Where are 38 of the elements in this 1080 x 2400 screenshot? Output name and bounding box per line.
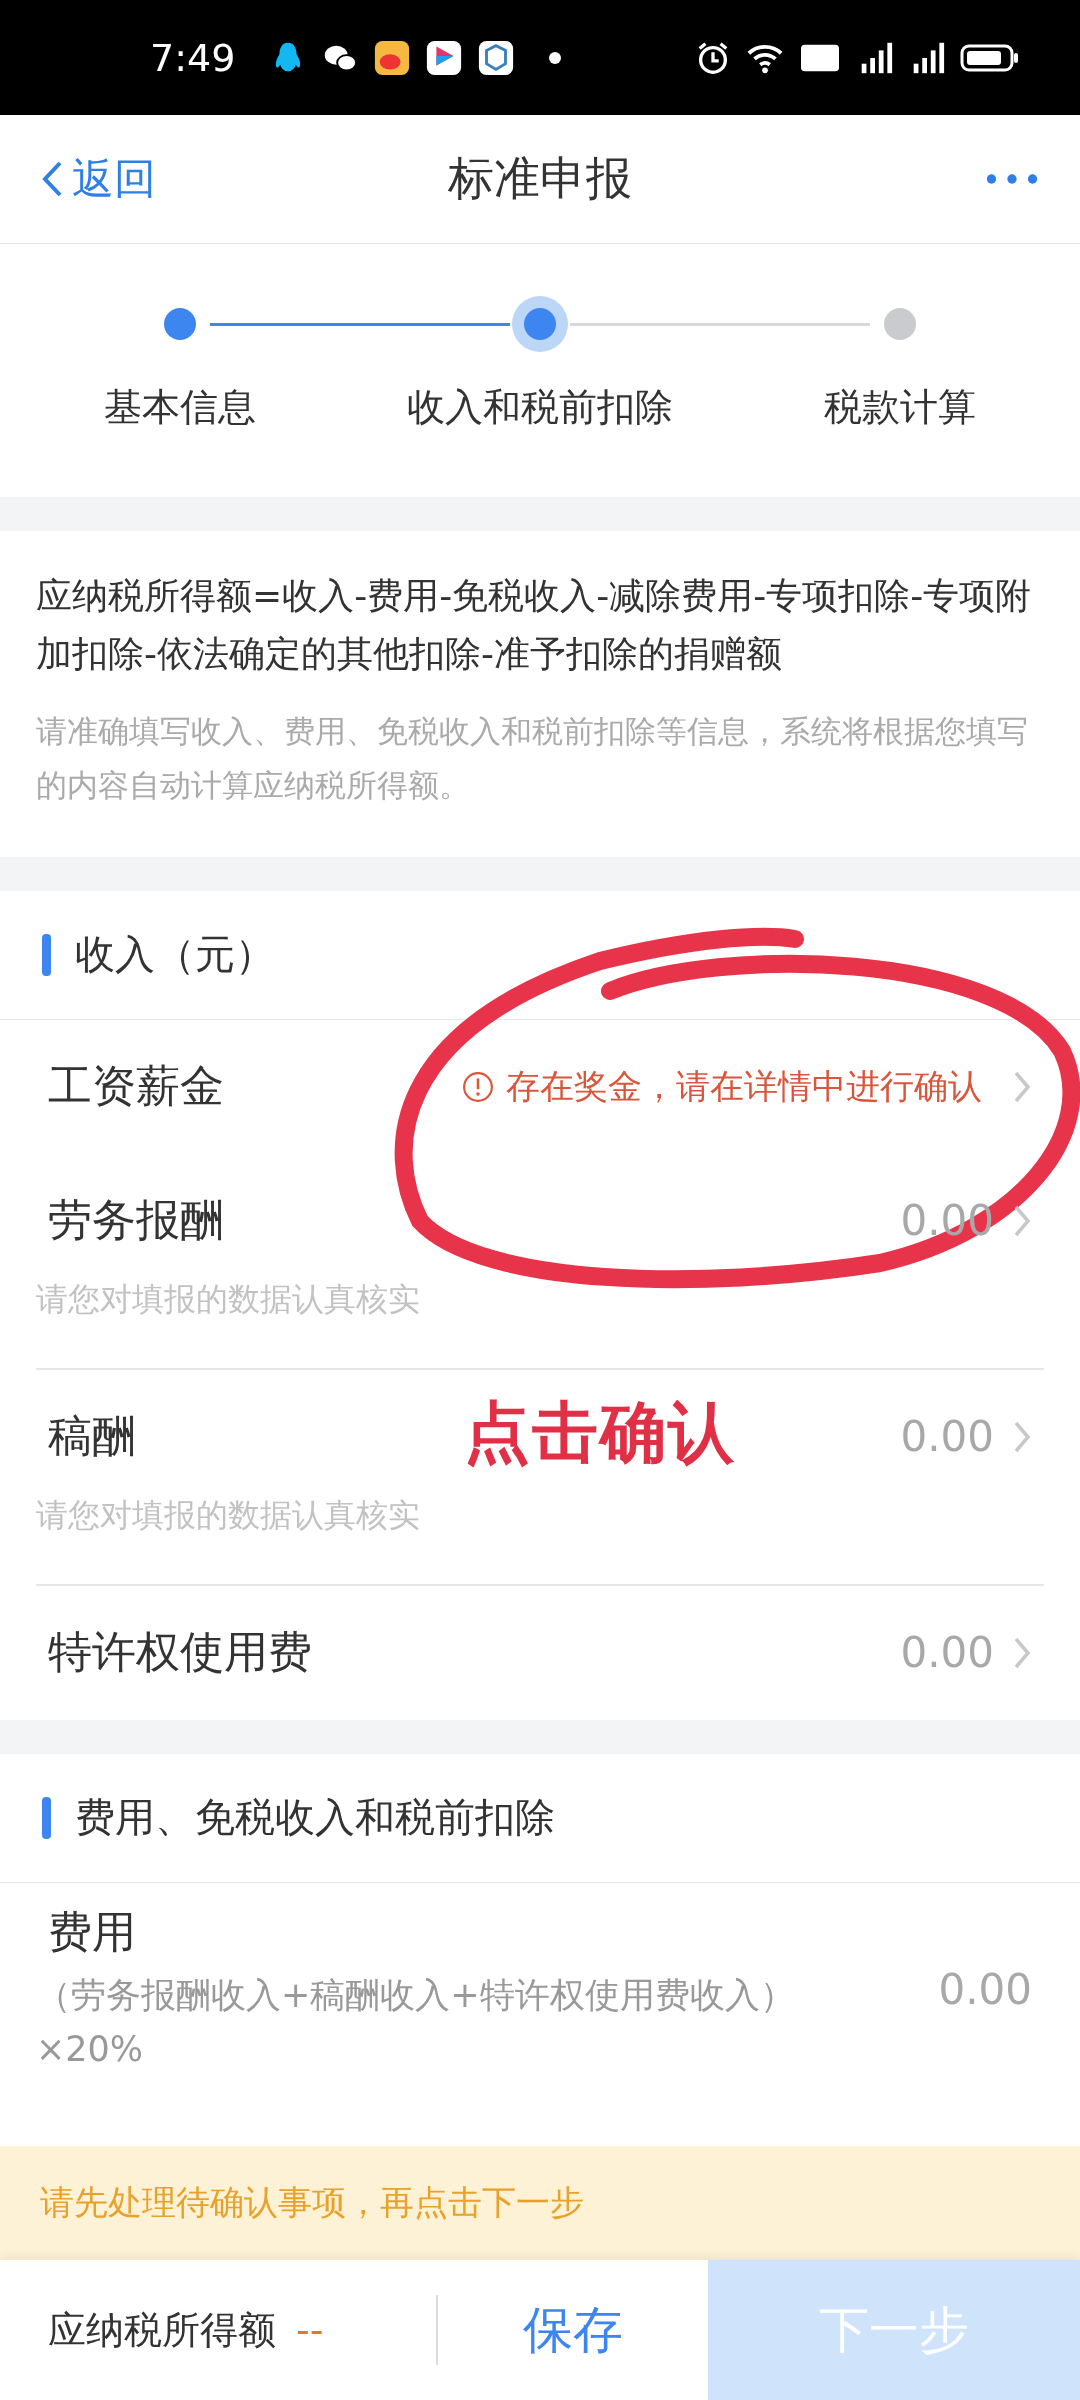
step-label: 基本信息 xyxy=(103,384,257,431)
section-title: 费用、免税收入和税前扣除 xyxy=(75,1793,555,1843)
row-label: 稿酬 xyxy=(48,1409,136,1464)
formula-text: 应纳税所得额=收入-费用-免税收入-减除费用-专项扣除-专项附加扣除-依法确定的其他扣除-准予扣除的捐赠额 xyxy=(36,574,1033,676)
warning-icon xyxy=(462,1070,494,1103)
warning-text[interactable]: 存在奖金，请在详情中进行确认 xyxy=(506,1063,982,1110)
step-label: 税款计算 xyxy=(823,384,977,431)
note-text: 请准确填写收入、费用、免税收入和税前扣除等信息，系统将根据您填写的内容自动计算应纳税所得额。 xyxy=(36,712,1029,806)
app-icon xyxy=(373,38,412,77)
section-marker xyxy=(42,1796,51,1839)
section-marker xyxy=(42,933,51,976)
app-icon xyxy=(477,38,516,77)
back-icon xyxy=(40,159,64,199)
total-value: -- xyxy=(296,2308,325,2352)
row-sublabel: （劳务报酬收入+稿酬收入+特许权使用费收入）×20% xyxy=(36,1973,796,2071)
chevron-icon[interactable] xyxy=(1012,1203,1032,1238)
row-label: 费用 xyxy=(48,1904,137,1959)
total-label: 应纳税所得额 xyxy=(48,2306,276,2354)
section-title: 收入（元） xyxy=(75,930,275,980)
back-button[interactable]: 返回 xyxy=(40,151,156,207)
notification-dot xyxy=(549,51,562,64)
step-label: 收入和税前扣除 xyxy=(406,384,674,431)
annotation-text: 点击确认 xyxy=(464,1392,736,1473)
more-icon[interactable] xyxy=(984,171,1040,187)
row-label: 工资薪金 xyxy=(48,1059,224,1114)
hint-text: 请您对填报的数据认真核实 xyxy=(36,1278,421,1320)
row-label: 特许权使用费 xyxy=(48,1625,312,1680)
row-value: 0.00 xyxy=(938,1964,1032,2014)
hint-text: 请您对填报的数据认真核实 xyxy=(36,1494,421,1536)
row-value: 0.00 xyxy=(900,1412,994,1462)
row-value: 0.00 xyxy=(900,1628,994,1678)
app-icon xyxy=(425,38,464,77)
save-button[interactable]: 保存 xyxy=(438,2260,708,2400)
warning-banner: 请先处理待确认事项，再点击下一步 xyxy=(0,2146,1080,2260)
status-time: 7:49 xyxy=(150,35,236,80)
page-title: 标准申报 xyxy=(448,150,632,207)
battery-icon xyxy=(960,42,1020,73)
row-label: 劳务报酬 xyxy=(48,1193,224,1248)
